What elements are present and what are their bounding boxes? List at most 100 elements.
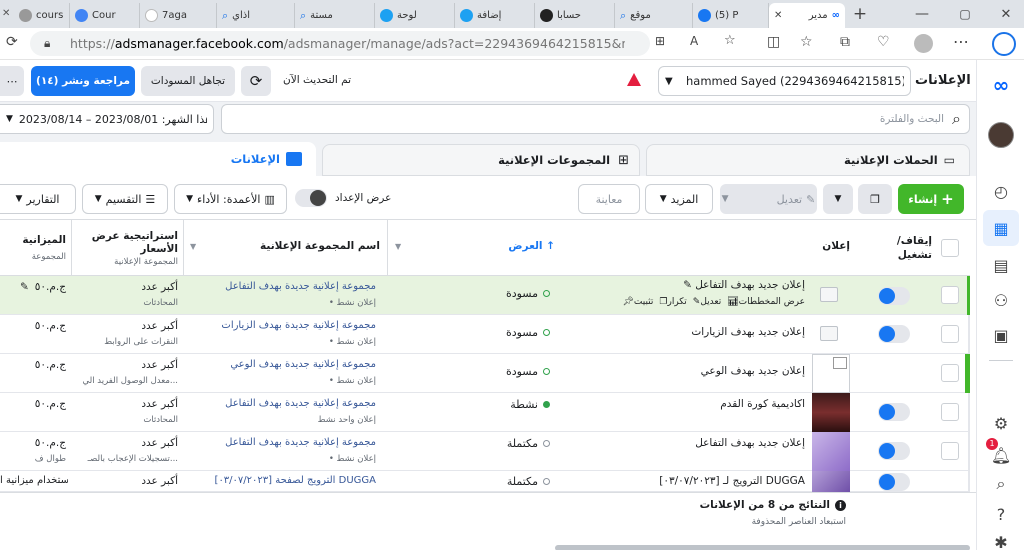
setup-view-toggle[interactable]: عرض الإعداد (295, 189, 391, 207)
duplicate-action[interactable]: ❐تكرار (659, 297, 686, 307)
col-delivery-header[interactable]: ▼ العرض ↑ (395, 240, 555, 252)
app-available-icon[interactable]: ⊞ (655, 34, 665, 48)
ad-name[interactable]: إعلان جديد بهدف التفاعل (600, 437, 805, 449)
heart-icon[interactable]: ♡ (877, 34, 890, 50)
table-row[interactable]: إعلان جديد بهدف التفاعل مكتملة مجموعة إع… (0, 432, 970, 471)
star-icon[interactable]: ☆ (724, 33, 736, 48)
search-icon[interactable]: ⌕ (990, 473, 1012, 495)
col-bid-header[interactable]: استراتيجية عرض الأسعار (80, 230, 178, 256)
browser-tab[interactable]: 7aga (140, 3, 217, 28)
duplicate-button[interactable]: ❐ (858, 184, 892, 214)
ad-name[interactable]: اكاديمية كورة القدم (600, 398, 805, 410)
close-window-icon[interactable]: ✕ (996, 4, 1016, 24)
collections-icon[interactable]: ⧉ (840, 34, 850, 50)
maximize-icon[interactable]: ▢ (955, 4, 975, 24)
table-row[interactable]: إعلان جديد بهدف الزيارات مسودة مجموعة إع… (0, 315, 970, 354)
more-dropdown[interactable]: ▼ المزيد (645, 184, 713, 214)
ad-name[interactable]: إعلان جديد بهدف الزيارات (600, 326, 805, 338)
adset-link[interactable]: [٠٣/٠٧/٢٠٢٣] الترويج لصفحة DUGGA (190, 475, 376, 486)
meta-logo-icon[interactable]: ∞ (990, 73, 1012, 97)
close-icon[interactable]: ✕ (774, 10, 782, 21)
adset-link[interactable]: مجموعة إعلانية جديدة بهدف التفاعل (190, 437, 376, 448)
row-checkbox[interactable] (941, 442, 959, 460)
table-row[interactable]: إعلان جديد بهدف الوعي مسودة مجموعة إعلان… (0, 354, 970, 393)
edit-button[interactable]: ▼ تعديل ✎ (720, 184, 817, 214)
table-row[interactable]: ✎ إعلان جديد بهدف التفاعل 📌︎تثبيت ❐تكرار… (0, 276, 970, 315)
more-button[interactable]: ⋯ (0, 66, 24, 96)
favorites-icon[interactable]: ☆ (800, 34, 813, 50)
status-toggle[interactable] (878, 473, 910, 491)
edit-action[interactable]: ✎تعديل (693, 297, 721, 307)
dropdown-button[interactable]: ▼ (823, 184, 853, 214)
read-aloud-icon[interactable]: A (690, 34, 698, 48)
create-button[interactable]: إنشاء + (898, 184, 964, 214)
close-icon[interactable]: ✕ (2, 8, 10, 19)
bug-icon[interactable]: ✱ (990, 531, 1012, 550)
info-icon[interactable]: i (835, 499, 846, 511)
col-budget-header[interactable]: الميزانية (0, 234, 66, 246)
row-checkbox[interactable] (941, 364, 959, 382)
adset-link[interactable]: مجموعة إعلانية جديدة بهدف الزيارات (190, 320, 376, 331)
review-publish-button[interactable]: مراجعة ونشر (١٤) (31, 66, 135, 96)
more-icon[interactable]: ⋯ (953, 32, 969, 51)
col-adset-header[interactable]: ▼ اسم المجموعة الإعلانية (190, 240, 380, 252)
pages-icon[interactable]: ▤ (990, 254, 1012, 276)
col-toggle-header[interactable]: إيقاف/ تشغيل (878, 234, 932, 262)
search-input[interactable]: البحث والفلترة ⌕ (221, 104, 970, 134)
budget-cell[interactable]: ✎ ج.م.٥٠ (0, 281, 66, 293)
bing-icon[interactable] (992, 32, 1016, 56)
browser-tab[interactable]: ✕ cours (0, 3, 70, 28)
browser-tab[interactable]: (5) P (693, 3, 769, 28)
ad-name[interactable]: إعلان جديد بهدف الوعي (600, 365, 805, 377)
status-toggle[interactable] (878, 287, 910, 305)
help-icon[interactable]: ? (990, 503, 1012, 525)
toggle-switch[interactable] (295, 189, 327, 207)
avatar[interactable] (914, 34, 933, 53)
reports-dropdown[interactable]: ▼ التقارير (0, 184, 76, 214)
status-toggle[interactable] (878, 403, 910, 421)
row-checkbox[interactable] (941, 325, 959, 343)
tab-ads[interactable]: الإعلانات (0, 142, 316, 176)
ad-name[interactable]: [٠٣/٠٧/٢٠٢٣] الترويج لـ DUGGA (600, 475, 805, 487)
dashboard-icon[interactable]: ◴ (990, 180, 1012, 202)
status-toggle[interactable] (878, 442, 910, 460)
row-checkbox[interactable] (941, 286, 959, 304)
tab-campaigns[interactable]: الحملات الإعلانية ▭ (646, 144, 970, 176)
browser-tab[interactable]: إضافة (455, 3, 535, 28)
row-checkbox[interactable] (941, 403, 959, 421)
adset-link[interactable]: مجموعة إعلانية جديدة بهدف التفاعل (190, 398, 376, 409)
budget-value[interactable]: ج.م.٥٠ (0, 398, 66, 410)
browser-tab[interactable]: لوحة (375, 3, 455, 28)
browser-tab[interactable]: ⌕ موقع (615, 3, 693, 28)
gear-icon[interactable]: ⚙ (990, 412, 1012, 434)
split-screen-icon[interactable]: ◫ (767, 34, 780, 50)
col-ad-header[interactable]: إعلان (790, 240, 850, 252)
audiences-icon[interactable]: ⚇ (990, 289, 1012, 311)
warning-icon[interactable] (627, 73, 641, 86)
breakdown-dropdown[interactable]: ▼ التقسيم ☰ (82, 184, 168, 214)
table-row[interactable]: اكاديمية كورة القدم نشطة مجموعة إعلانية … (0, 393, 970, 432)
browser-tab[interactable]: Cour (70, 3, 140, 28)
browser-tab[interactable]: حسابا (535, 3, 615, 28)
budget-value[interactable]: ج.م.٥٠ (0, 359, 66, 371)
browser-tab[interactable]: ⌕ مستة (295, 3, 375, 28)
tab-adsets[interactable]: المجموعات الإعلانية ⊞ (322, 144, 640, 176)
charts-action[interactable]: 📊︎عرض المخططات (727, 297, 805, 307)
address-bar[interactable]: 🔒︎ https://adsmanager.facebook.com/adsma… (30, 31, 650, 56)
new-tab-icon[interactable]: + (850, 3, 870, 25)
avatar[interactable] (988, 122, 1014, 148)
ad-name[interactable]: ✎ إعلان جديد بهدف التفاعل (600, 279, 805, 291)
adset-link[interactable]: مجموعة إعلانية جديدة بهدف الوعي (190, 359, 376, 370)
select-all-checkbox[interactable] (941, 239, 959, 257)
table-icon[interactable]: ▦ (990, 217, 1012, 239)
budget-value[interactable]: ج.م.٥٠ (0, 320, 66, 332)
date-range-picker[interactable]: ▼ هذا الشهر: 2023/08/01 – 2023/08/14 (0, 104, 214, 134)
minimize-icon[interactable]: — (912, 4, 932, 24)
refresh-icon[interactable]: ⟳ (6, 34, 18, 50)
budget-value[interactable]: استخدام ميزانية ا (0, 475, 68, 486)
table-row[interactable]: [٠٣/٠٧/٢٠٢٣] الترويج لـ DUGGA مكتملة [٠٣… (0, 471, 970, 492)
columns-dropdown[interactable]: ▼ الأعمدة: الأداء ▥ (174, 184, 287, 214)
horizontal-scrollbar[interactable] (555, 545, 970, 550)
browser-tab[interactable]: ⌕ اذاي (217, 3, 295, 28)
adset-link[interactable]: مجموعة إعلانية جديدة بهدف التفاعل (190, 281, 376, 292)
